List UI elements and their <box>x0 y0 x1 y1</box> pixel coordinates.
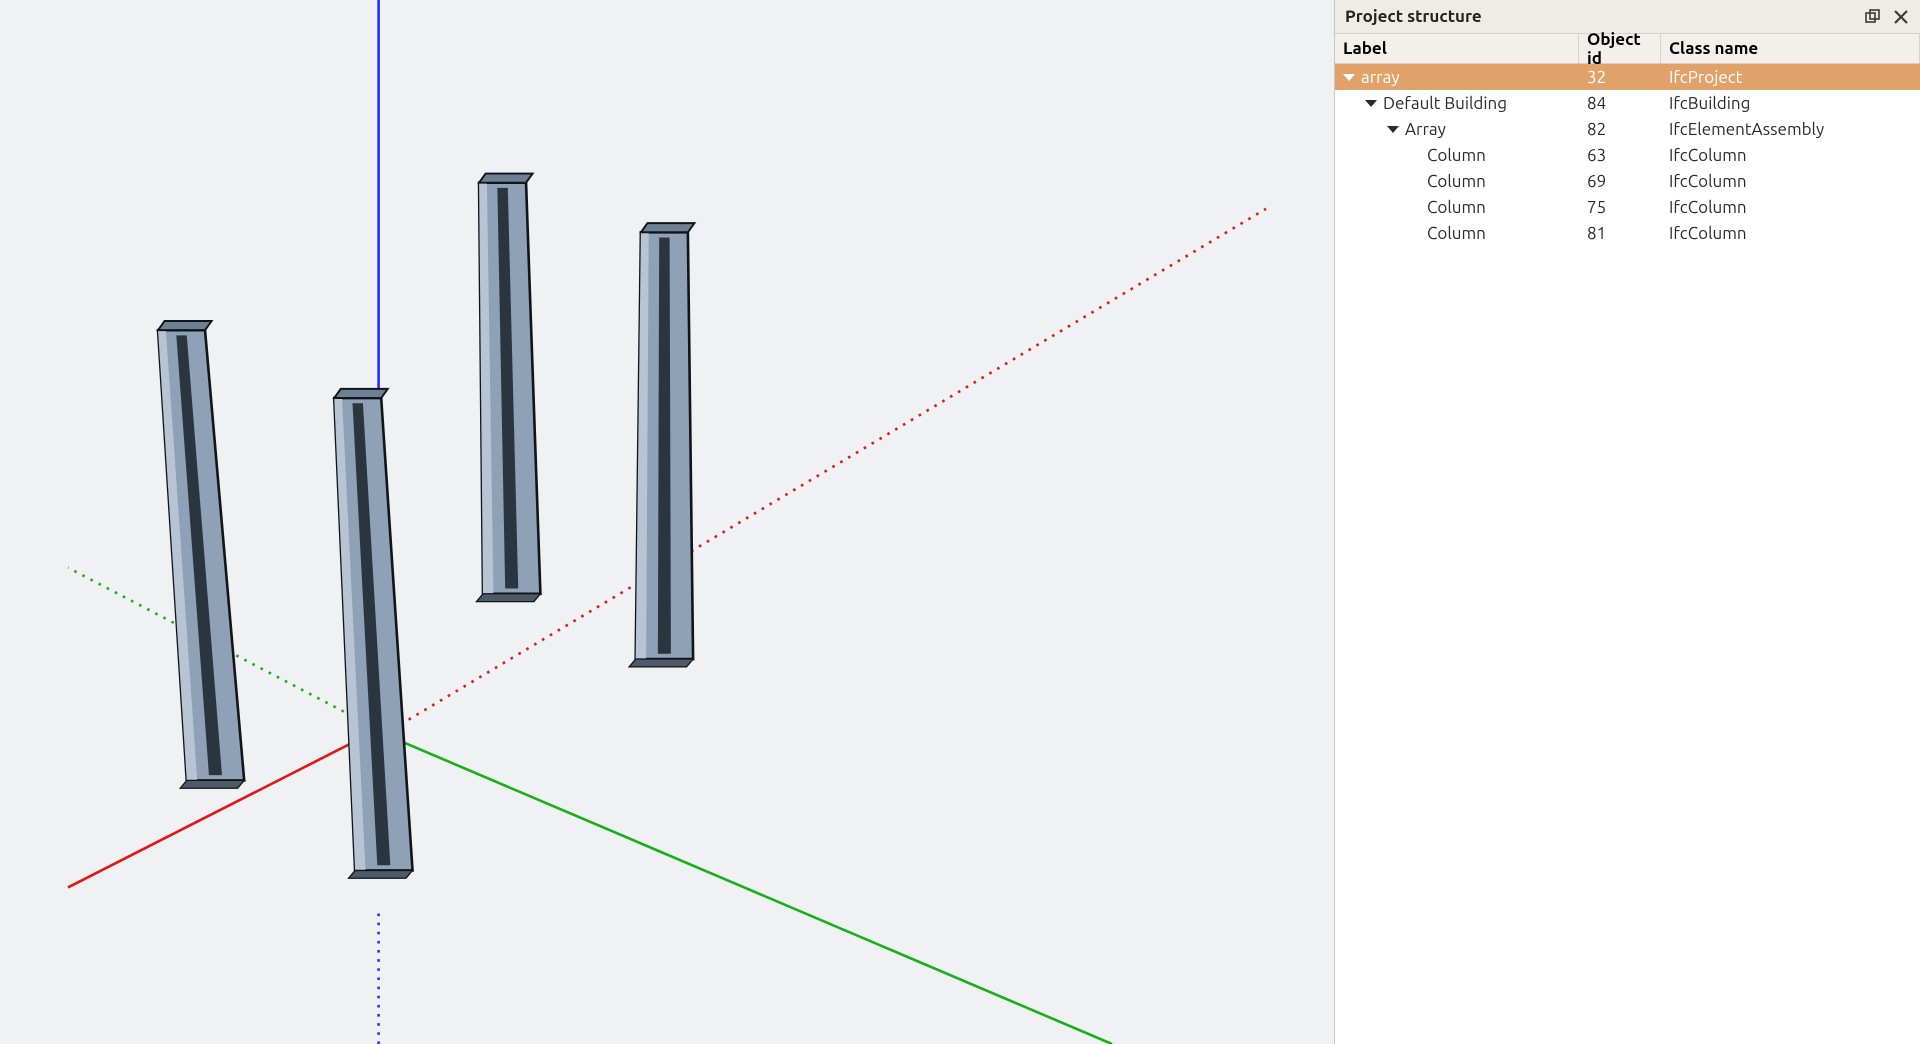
triangle-down-icon <box>1409 230 1421 237</box>
tree-cell-label: Column <box>1335 146 1579 165</box>
tree-cell-id: 63 <box>1579 146 1661 165</box>
tree-cell-class: IfcElementAssembly <box>1661 120 1920 139</box>
tree-cell-class: IfcColumn <box>1661 146 1920 165</box>
tree-cell-id: 32 <box>1579 68 1661 87</box>
tree-cell-label: Column <box>1335 198 1579 217</box>
tree-cell-class: IfcColumn <box>1661 224 1920 243</box>
float-panel-icon[interactable] <box>1862 6 1884 28</box>
tree-cell-class: IfcColumn <box>1661 172 1920 191</box>
column-3d[interactable] <box>334 389 412 878</box>
tree-label-text: Default Building <box>1383 94 1507 113</box>
tree-cell-class: IfcColumn <box>1661 198 1920 217</box>
column-header-class[interactable]: Class name <box>1661 34 1920 63</box>
column-header-id[interactable]: Object id <box>1579 34 1661 63</box>
tree-label-text: Column <box>1427 146 1486 165</box>
tree-cell-id: 69 <box>1579 172 1661 191</box>
triangle-down-icon[interactable] <box>1387 126 1399 133</box>
close-icon[interactable] <box>1890 6 1912 28</box>
tree-cell-id: 82 <box>1579 120 1661 139</box>
tree-cell-class: IfcBuilding <box>1661 94 1920 113</box>
tree-label-text: array <box>1361 68 1400 87</box>
tree-label-text: Column <box>1427 198 1486 217</box>
panel-title: Project structure <box>1345 7 1856 26</box>
tree-row[interactable]: array 32IfcProject <box>1335 64 1920 90</box>
triangle-down-icon <box>1409 152 1421 159</box>
viewport-3d[interactable] <box>0 0 1334 1044</box>
tree-cell-id: 84 <box>1579 94 1661 113</box>
tree-cell-label: Column <box>1335 224 1579 243</box>
tree-row[interactable]: Column 81IfcColumn <box>1335 220 1920 246</box>
tree-label-text: Array <box>1405 120 1446 139</box>
tree-row[interactable]: Column 63IfcColumn <box>1335 142 1920 168</box>
triangle-down-icon[interactable] <box>1365 100 1377 107</box>
column-3d[interactable] <box>158 321 244 788</box>
tree-row[interactable]: Column 69IfcColumn <box>1335 168 1920 194</box>
tree-row[interactable]: Default Building 84IfcBuilding <box>1335 90 1920 116</box>
tree-cell-label: array <box>1335 68 1579 87</box>
column-header-label[interactable]: Label <box>1335 34 1579 63</box>
tree-view[interactable]: array 32IfcProject Default Building 84IfcBu… <box>1335 64 1920 1044</box>
tree-row[interactable]: Column 75IfcColumn <box>1335 194 1920 220</box>
tree-cell-label: Column <box>1335 172 1579 191</box>
axis-y-pos <box>392 737 1112 1044</box>
triangle-down-icon[interactable] <box>1343 74 1355 81</box>
tree-cell-label: Default Building <box>1335 94 1579 113</box>
triangle-down-icon <box>1409 178 1421 185</box>
column-3d[interactable] <box>629 223 694 667</box>
tree-cell-label: Array <box>1335 120 1579 139</box>
column-headers: Label Object id Class name <box>1335 34 1920 64</box>
tree-row[interactable]: Array 82IfcElementAssembly <box>1335 116 1920 142</box>
tree-cell-class: IfcProject <box>1661 68 1920 87</box>
project-structure-panel: Project structure Label Object id Class … <box>1334 0 1920 1044</box>
tree-cell-id: 75 <box>1579 198 1661 217</box>
tree-cell-id: 81 <box>1579 224 1661 243</box>
tree-label-text: Column <box>1427 172 1486 191</box>
column-3d[interactable] <box>476 174 540 602</box>
tree-label-text: Column <box>1427 224 1486 243</box>
triangle-down-icon <box>1409 204 1421 211</box>
